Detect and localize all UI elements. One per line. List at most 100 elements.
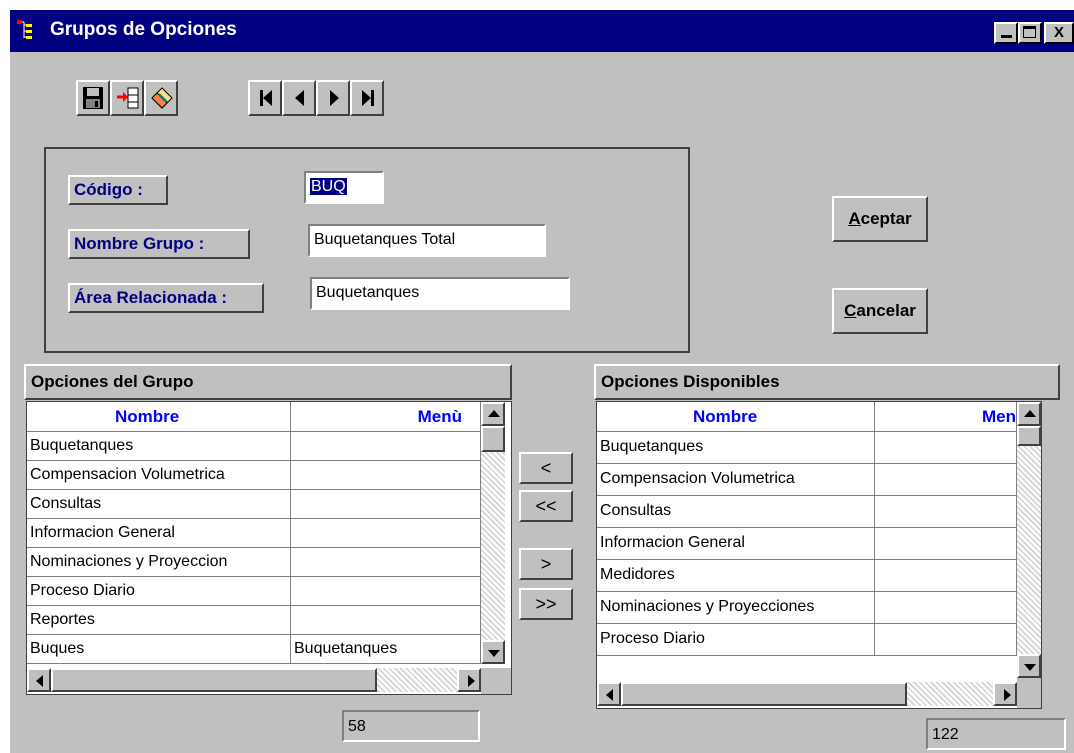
aceptar-button[interactable]: Aceptar [832, 196, 928, 242]
maximize-icon [1023, 26, 1036, 38]
delete-record-button[interactable] [144, 80, 178, 116]
vertical-scrollbar[interactable] [481, 402, 505, 664]
row-menu [875, 464, 1017, 495]
move-all-left-button[interactable]: << [519, 490, 573, 522]
minimize-button[interactable] [994, 22, 1018, 44]
table-row[interactable]: Proceso Diario [27, 577, 481, 606]
table-row[interactable]: Nominaciones y Proyeccion [27, 548, 481, 577]
row-nombre: Compensacion Volumetrica [597, 464, 875, 495]
scroll-down-button[interactable] [1017, 654, 1041, 678]
table-row[interactable]: Informacion General [27, 519, 481, 548]
row-menu [291, 490, 481, 518]
scroll-thumb[interactable] [621, 682, 907, 706]
scroll-up-button[interactable] [1017, 402, 1041, 426]
col-header-nombre[interactable]: Nombre [597, 402, 875, 432]
arrow-right-icon [468, 675, 475, 687]
row-nombre: Informacion General [27, 519, 291, 547]
row-nombre: Nominaciones y Proyeccion [27, 548, 291, 576]
row-nombre: Buques [27, 635, 291, 663]
table-row[interactable]: Reportes [27, 606, 481, 635]
area-relacionada-field[interactable]: Buquetanques [310, 277, 570, 310]
row-nombre: Nominaciones y Proyecciones [597, 592, 875, 623]
codigo-value: BUQ [310, 178, 347, 195]
minimize-icon [1001, 35, 1012, 38]
previous-record-button[interactable] [282, 80, 316, 116]
move-all-right-button[interactable]: >> [519, 588, 573, 620]
close-button[interactable]: X [1044, 22, 1074, 44]
scroll-right-button[interactable] [993, 682, 1017, 706]
nombre-grupo-field[interactable]: Buquetanques Total [308, 224, 546, 257]
col-header-nombre[interactable]: Nombre [27, 402, 291, 432]
row-nombre: Proceso Diario [27, 577, 291, 605]
first-record-button[interactable] [248, 80, 282, 116]
col-header-menu[interactable]: Menù [291, 402, 481, 432]
row-nombre: Medidores [597, 560, 875, 591]
row-nombre: Consultas [27, 490, 291, 518]
scroll-up-button[interactable] [481, 402, 505, 426]
area-relacionada-label: Área Relacionada : [68, 283, 264, 313]
last-record-button[interactable] [350, 80, 384, 116]
opciones-disponibles-title: Opciones Disponibles [594, 364, 1060, 400]
scroll-down-button[interactable] [481, 640, 505, 664]
horizontal-scrollbar[interactable] [597, 682, 1017, 706]
insert-record-icon [117, 87, 139, 109]
last-record-icon [362, 90, 374, 106]
row-menu [875, 528, 1017, 559]
table-row[interactable]: Informacion General [597, 528, 1017, 560]
scroll-thumb[interactable] [1017, 426, 1041, 446]
title-bar[interactable]: Grupos de Opciones X [10, 10, 1074, 52]
row-menu: Buquetanques [291, 635, 481, 663]
codigo-field[interactable]: BUQ [304, 171, 384, 204]
scroll-thumb[interactable] [481, 426, 505, 452]
arrow-down-icon [1024, 664, 1036, 671]
table-row[interactable]: Compensacion Volumetrica [27, 461, 481, 490]
nombre-grupo-label: Nombre Grupo : [68, 229, 250, 259]
move-one-right-button[interactable]: > [519, 548, 573, 580]
cancelar-button[interactable]: Cancelar [832, 288, 928, 334]
table-row[interactable]: Buquetanques [27, 432, 481, 461]
row-menu [291, 461, 481, 489]
table-row[interactable]: Nominaciones y Proyecciones [597, 592, 1017, 624]
insert-record-button[interactable] [110, 80, 144, 116]
maximize-button[interactable] [1018, 22, 1042, 44]
scroll-corner [481, 668, 511, 694]
move-one-left-button[interactable]: < [519, 452, 573, 484]
table-row[interactable]: Compensacion Volumetrica [597, 464, 1017, 496]
row-nombre: Reportes [27, 606, 291, 634]
opciones-grupo-grid[interactable]: Nombre Menù Buquetanques Compensacion Vo… [26, 401, 512, 695]
row-nombre: Informacion General [597, 528, 875, 559]
table-row[interactable]: Medidores [597, 560, 1017, 592]
form-group-box: Código : BUQ Nombre Grupo : Buquetanques… [44, 147, 690, 353]
scroll-left-button[interactable] [27, 668, 51, 692]
table-row[interactable]: Consultas [597, 496, 1017, 528]
row-menu [875, 624, 1017, 655]
previous-record-icon [295, 90, 304, 106]
row-menu [291, 606, 481, 634]
close-icon: X [1053, 24, 1064, 41]
scroll-corner [1017, 678, 1041, 708]
scroll-left-button[interactable] [597, 682, 621, 706]
app-tree-icon [17, 20, 32, 39]
eraser-icon [151, 87, 173, 109]
opciones-grupo-title: Opciones del Grupo [24, 364, 512, 400]
opciones-disponibles-panel: Opciones Disponibles Nombre Men Buquetan… [594, 364, 1060, 714]
table-row[interactable]: Proceso Diario [597, 624, 1017, 656]
table-row[interactable]: Buquetanques [597, 432, 1017, 464]
opciones-disponibles-grid[interactable]: Nombre Men Buquetanques Compensacion Vol… [596, 401, 1042, 709]
horizontal-scrollbar[interactable] [27, 668, 481, 692]
cancelar-mnemonic: C [844, 301, 857, 320]
row-nombre: Compensacion Volumetrica [27, 461, 291, 489]
vertical-scrollbar[interactable] [1017, 402, 1041, 678]
scroll-thumb[interactable] [51, 668, 377, 692]
scroll-right-button[interactable] [457, 668, 481, 692]
table-row[interactable]: Consultas [27, 490, 481, 519]
save-button[interactable] [76, 80, 110, 116]
row-menu [875, 592, 1017, 623]
row-menu [875, 432, 1017, 463]
arrow-up-icon [1024, 410, 1036, 417]
next-record-button[interactable] [316, 80, 350, 116]
grupos-opciones-window: Grupos de Opciones X Código: BUQ Nombre… [10, 10, 1074, 753]
col-header-menu[interactable]: Men [875, 402, 1017, 432]
next-record-icon [330, 90, 339, 106]
table-row[interactable]: Buques Buquetanques [27, 635, 481, 664]
